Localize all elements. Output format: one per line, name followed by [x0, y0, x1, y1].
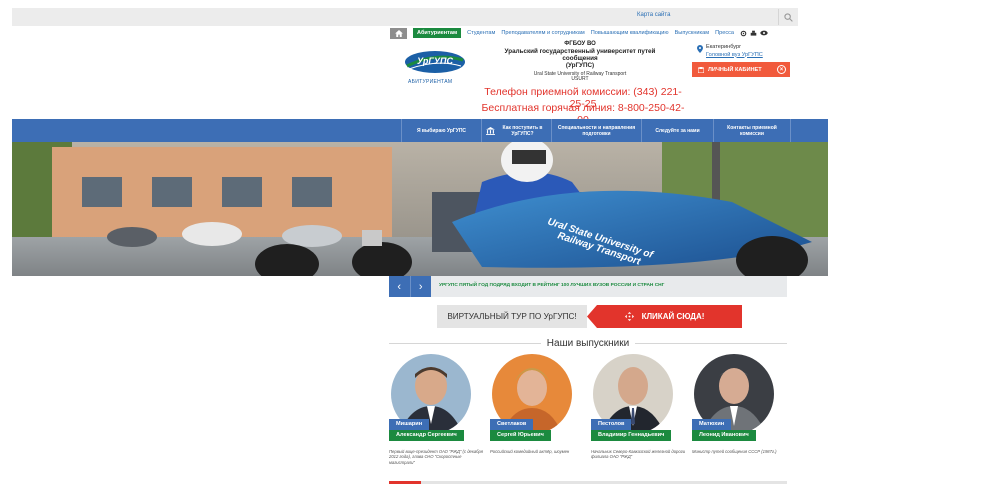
graduate-first-name: Владимир Геннадьевич [591, 430, 672, 441]
menu-choose-usurt[interactable]: Я выбираю УрГУПС [401, 119, 481, 142]
search-button[interactable] [778, 9, 798, 25]
slider-prev-button[interactable]: ‹ [389, 276, 411, 297]
hero-image: Ural State University of Railway Transpo… [12, 142, 828, 276]
audience-nav: Абитуриентам Студентам Преподавателям и … [390, 27, 768, 39]
eye-icon[interactable] [760, 30, 768, 36]
graduate-first-name: Леонид Иванович [692, 430, 756, 441]
nav-press[interactable]: Пресса [715, 30, 734, 36]
accessibility-icons [740, 30, 768, 37]
nav-alumni[interactable]: Выпускникам [675, 30, 710, 36]
graduates-header: Наши выпускники [389, 336, 788, 350]
city-name: Екатеринбург [706, 44, 742, 50]
city-selector[interactable]: Екатеринбург Головной вуз УрГУПС [697, 44, 763, 59]
graduate-first-name: Сергей Юрьевич [490, 430, 551, 441]
settings-icon[interactable] [740, 30, 747, 37]
location-pin-icon [697, 45, 703, 53]
graduates-title: Наши выпускники [546, 337, 630, 349]
menu-specialities[interactable]: Специальности и направления подготовки [551, 119, 641, 142]
university-building-icon [486, 126, 495, 135]
nav-qualification[interactable]: Повышающим квалификацию [591, 30, 669, 36]
virtual-tour-label: ВИРТУАЛЬНЫЙ ТУР ПО УрГУПС! [437, 305, 587, 328]
personal-cabinet-button[interactable]: ЛИЧНЫЙ КАБИНЕТ × [692, 62, 790, 77]
uni-english-abbr: USURT [571, 76, 589, 83]
menu-how-to-enroll[interactable]: Как поступить в УрГУПС? [481, 119, 551, 142]
hero-slide[interactable]: Ural State University of Railway Transpo… [12, 142, 828, 276]
virtual-tour-cta-button[interactable]: КЛИКАЙ СЮДА! [587, 305, 742, 328]
graduate-description: Российский комедийный актёр, шоумен [490, 449, 570, 454]
campus-link[interactable]: Головной вуз УрГУПС [706, 52, 763, 60]
slider-next-button[interactable]: › [411, 276, 432, 297]
nav-staff[interactable]: Преподавателям и сотрудникам [501, 30, 584, 36]
virtual-tour-banner[interactable]: ВИРТУАЛЬНЫЙ ТУР ПО УрГУПС! КЛИКАЙ СЮДА! [437, 305, 742, 328]
university-logo[interactable]: УрГУПС [403, 48, 467, 76]
university-name: ФГБОУ ВО Уральский государственный униве… [495, 41, 665, 83]
carousel-progress-fill [389, 481, 421, 484]
cabinet-icon [698, 66, 704, 73]
sitemap-link[interactable]: Карта сайта [637, 12, 670, 18]
main-menu: Я выбираю УрГУПС Как поступить в УрГУПС?… [12, 119, 828, 142]
move-arrows-icon [624, 312, 634, 321]
graduate-description: Министр путей сообщения СССР (1987г.) [692, 449, 777, 454]
graduate-last-name: Матюхин [692, 419, 732, 430]
graduate-first-name: Александр Сергеевич [389, 430, 464, 441]
page: Карта сайта Абитуриентам Студентам Препо… [0, 0, 984, 495]
cabinet-label: ЛИЧНЫЙ КАБИНЕТ [708, 66, 762, 73]
uni-status: ФГБОУ ВО [564, 41, 596, 47]
nav-students[interactable]: Студентам [467, 30, 495, 36]
carousel-progress [389, 481, 787, 484]
logo-caption: АБИТУРИЕНТАМ [408, 79, 453, 85]
top-bar: Карта сайта [12, 8, 798, 26]
graduate-last-name: Мишарин [389, 419, 430, 430]
graduate-last-name: Пестолов [591, 419, 632, 430]
menu-how-to-enroll-label: Как поступить в УрГУПС? [502, 124, 543, 137]
virtual-tour-cta-label: КЛИКАЙ СЮДА! [641, 312, 705, 321]
graduate-description: Первый вице-президент ОАО "РЖД" (с декаб… [389, 449, 484, 465]
print-icon[interactable] [750, 30, 757, 37]
slider-caption-bar: ‹ › УРГУПС ПЯТЫЙ ГОД ПОДРЯД ВХОДИТ В РЕЙ… [389, 276, 787, 297]
search-icon [784, 12, 793, 22]
menu-contacts[interactable]: Контакты приемной комиссии [713, 119, 791, 142]
uni-full-name: Уральский государственный университет пу… [504, 47, 656, 63]
home-icon [394, 29, 403, 37]
logo-text: УрГУПС [417, 56, 453, 66]
graduate-last-name: Светлаков [490, 419, 534, 430]
graduate-description: Начальник Северо-Кавказской железной дор… [591, 449, 686, 460]
uni-abbr: (УрГУПС) [565, 62, 595, 70]
nav-applicants[interactable]: Абитуриентам [413, 28, 462, 38]
menu-follow-us[interactable]: Следуйте за нами [641, 119, 713, 142]
close-icon[interactable]: × [777, 65, 786, 74]
home-button[interactable] [390, 27, 407, 39]
slide-caption[interactable]: УРГУПС ПЯТЫЙ ГОД ПОДРЯД ВХОДИТ В РЕЙТИНГ… [439, 283, 664, 288]
